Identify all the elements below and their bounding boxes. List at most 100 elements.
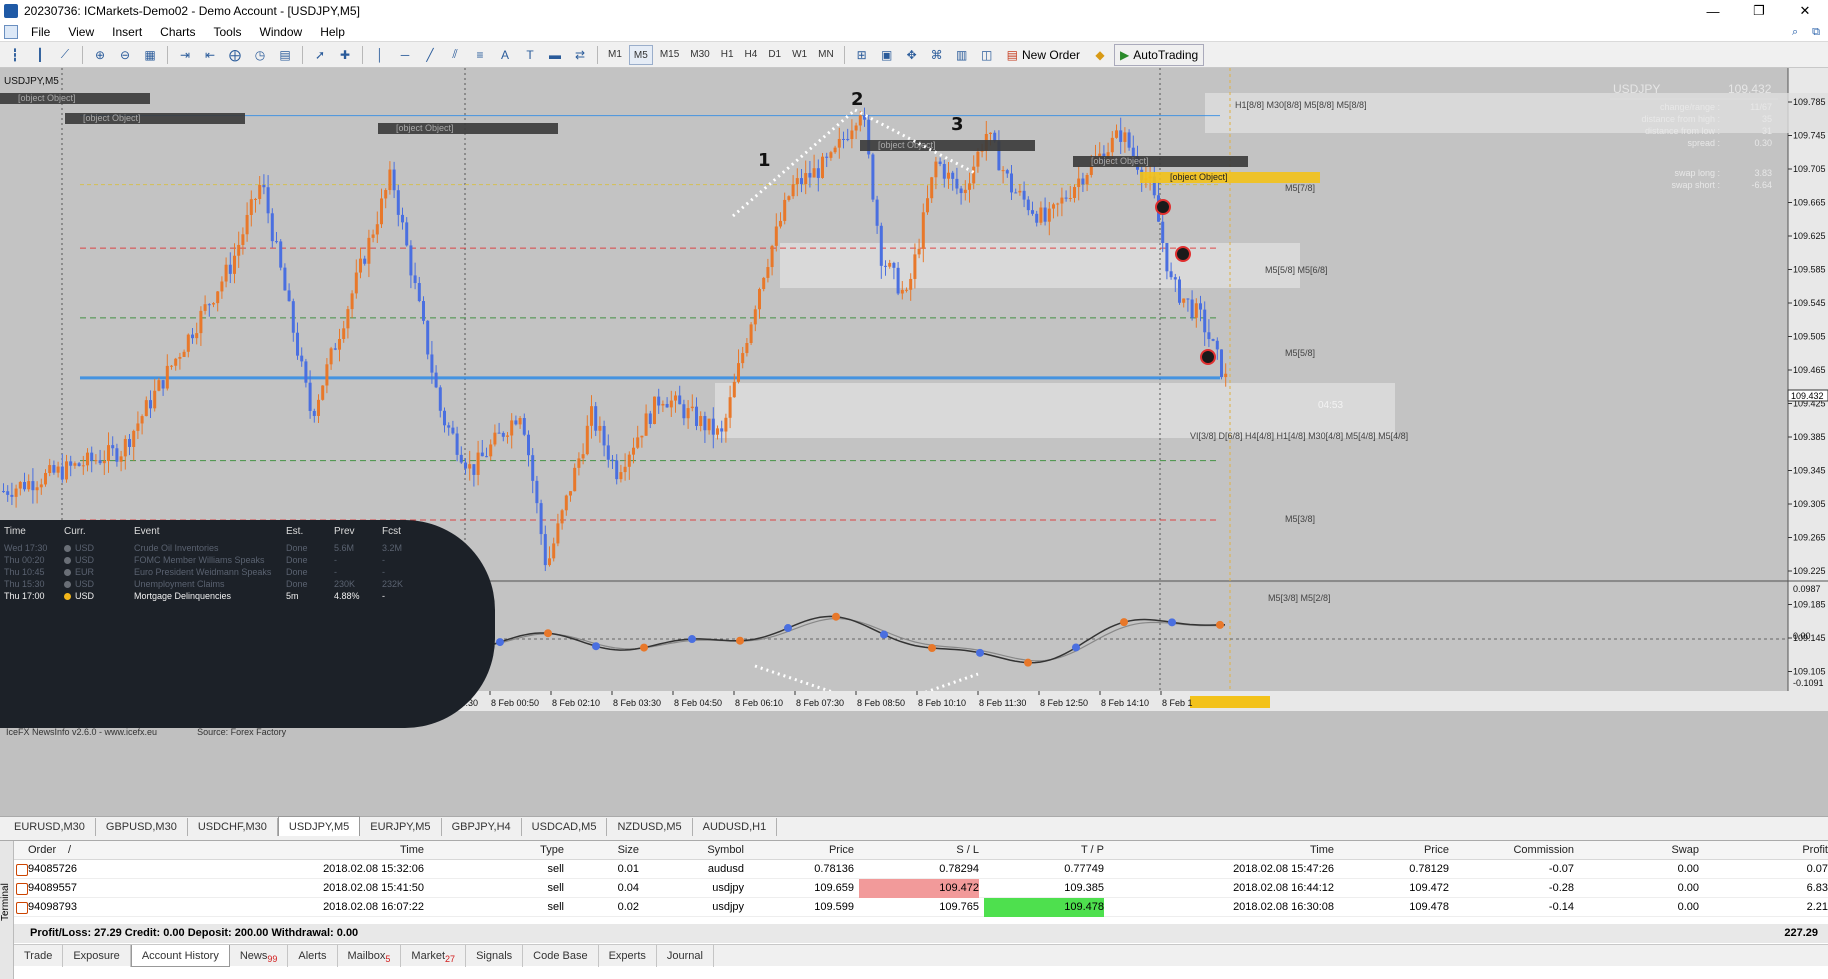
- indicators-icon[interactable]: ⨁: [224, 45, 246, 65]
- terminal-tab-news[interactable]: News99: [230, 944, 289, 967]
- chart-tab[interactable]: EURJPY,M5: [360, 818, 442, 836]
- chart-tab[interactable]: AUDUSD,H1: [693, 818, 778, 836]
- trade-marker[interactable]: [1200, 349, 1216, 365]
- timeframe-h1[interactable]: H1: [717, 45, 738, 65]
- news-row[interactable]: Thu 00:20 USD FOMC Member Williams Speaks D…: [0, 554, 495, 566]
- terminal-col-header[interactable]: T / P: [984, 841, 1104, 860]
- terminal-tab-alerts[interactable]: Alerts: [288, 944, 338, 967]
- menu-tools[interactable]: Tools: [205, 22, 251, 42]
- terminal-side-bar[interactable]: Terminal: [0, 841, 14, 979]
- profiles-icon[interactable]: ▣: [876, 45, 898, 65]
- terminal-tab-code-base[interactable]: Code Base: [523, 944, 599, 967]
- tile-windows-icon[interactable]: ▦: [139, 45, 161, 65]
- timeframe-mn[interactable]: MN: [814, 45, 838, 65]
- timeframe-w1[interactable]: W1: [788, 45, 811, 65]
- crosshair-icon[interactable]: ✚: [334, 45, 356, 65]
- terminal-tab-trade[interactable]: Trade: [14, 944, 64, 967]
- bar-chart-icon[interactable]: ┇: [4, 45, 26, 65]
- terminal-tab-account-history[interactable]: Account History: [130, 944, 230, 967]
- horizontal-line-icon[interactable]: ─: [394, 45, 416, 65]
- chart-tab[interactable]: GBPUSD,M30: [96, 818, 188, 836]
- terminal-tab-signals[interactable]: Signals: [466, 944, 524, 967]
- new-order-button[interactable]: ▤ New Order: [1001, 44, 1086, 66]
- chart-area[interactable]: [object Object] [object Object] [object Ob…: [0, 68, 1828, 816]
- trade-marker[interactable]: [1155, 199, 1171, 215]
- chart-tab[interactable]: GBPJPY,H4: [442, 818, 522, 836]
- arrows-icon[interactable]: ⇄: [569, 45, 591, 65]
- vertical-line-icon[interactable]: │: [369, 45, 391, 65]
- terminal-col-header[interactable]: Price: [1339, 841, 1449, 860]
- chart-tab[interactable]: USDCHF,M30: [188, 818, 278, 836]
- autotrading-button[interactable]: ▶ AutoTrading: [1114, 43, 1205, 66]
- timeframe-m15[interactable]: M15: [656, 45, 683, 65]
- minimize-button[interactable]: —: [1690, 0, 1736, 22]
- menu-window[interactable]: Window: [251, 22, 312, 42]
- periods-icon[interactable]: ◷: [249, 45, 271, 65]
- rectangle-icon[interactable]: ▬: [544, 45, 566, 65]
- news-row[interactable]: Thu 15:30 USD Unemployment Claims Done 230K 2…: [0, 578, 495, 590]
- menu-charts[interactable]: Charts: [151, 22, 204, 42]
- terminal-icon[interactable]: ▥: [951, 45, 973, 65]
- timeframe-m5[interactable]: M5: [628, 44, 653, 65]
- strategy-tester-icon[interactable]: ◫: [976, 45, 998, 65]
- navigator-icon[interactable]: ⌘: [926, 45, 948, 65]
- zoom-in-icon[interactable]: ⊕: [89, 45, 111, 65]
- candlestick-icon[interactable]: ┃: [29, 45, 51, 65]
- chart-tab[interactable]: NZDUSD,M5: [607, 818, 693, 836]
- terminal-tab-journal[interactable]: Journal: [657, 944, 714, 967]
- autoscroll-icon[interactable]: ⇥: [174, 45, 196, 65]
- timeframe-m1[interactable]: M1: [604, 45, 626, 65]
- text-icon[interactable]: A: [494, 45, 516, 65]
- search-icon[interactable]: ⌕: [1792, 22, 1798, 42]
- news-event-bar[interactable]: [1140, 172, 1320, 183]
- news-row[interactable]: Thu 10:45 EUR Euro President Weidmann Spea…: [0, 566, 495, 578]
- terminal-col-header[interactable]: Symbol: [644, 841, 744, 860]
- restore-chart-icon[interactable]: ⧉: [1812, 22, 1820, 42]
- chart-tab[interactable]: USDJPY,M5: [277, 816, 361, 836]
- menu-file[interactable]: File: [22, 22, 59, 42]
- terminal-tab-market[interactable]: Market27: [401, 944, 467, 967]
- timeframe-h4[interactable]: H4: [741, 45, 762, 65]
- trendline-icon[interactable]: ╱: [419, 45, 441, 65]
- chart-tab[interactable]: EURUSD,M30: [4, 818, 96, 836]
- fibonacci-icon[interactable]: ≡: [469, 45, 491, 65]
- menu-insert[interactable]: Insert: [103, 22, 151, 42]
- trade-marker[interactable]: [1175, 246, 1191, 262]
- terminal-col-header[interactable]: Type: [434, 841, 564, 860]
- close-button[interactable]: ✕: [1782, 0, 1828, 22]
- menu-help[interactable]: Help: [311, 22, 354, 42]
- text-label-icon[interactable]: T: [519, 45, 541, 65]
- terminal-col-header[interactable]: Order: [28, 841, 88, 860]
- chart-tab[interactable]: USDCAD,M5: [522, 818, 608, 836]
- table-row[interactable]: 94089557 2018.02.08 15:41:50 sell 0.04 usdjp…: [14, 879, 1828, 898]
- menu-view[interactable]: View: [59, 22, 103, 42]
- terminal-tab-experts[interactable]: Experts: [599, 944, 657, 967]
- templates-icon[interactable]: ▤: [274, 45, 296, 65]
- timeframe-m30[interactable]: M30: [686, 45, 713, 65]
- terminal-col-header[interactable]: Time: [174, 841, 424, 860]
- terminal-col-header[interactable]: Size: [569, 841, 639, 860]
- terminal-tab-exposure[interactable]: Exposure: [63, 944, 131, 967]
- cursor-icon[interactable]: ➚: [309, 45, 331, 65]
- zoom-out-icon[interactable]: ⊖: [114, 45, 136, 65]
- table-row[interactable]: 94085726 2018.02.08 15:32:06 sell 0.01 audus…: [14, 860, 1828, 879]
- chart-window-icon[interactable]: [4, 24, 18, 39]
- terminal-col-header[interactable]: Swap: [1579, 841, 1699, 860]
- news-row[interactable]: Wed 17:30 USD Crude Oil Inventories Done 5.6…: [0, 542, 495, 554]
- maximize-button[interactable]: ❐: [1736, 0, 1782, 22]
- new-chart-icon[interactable]: ⊞: [851, 45, 873, 65]
- timeframe-d1[interactable]: D1: [764, 45, 785, 65]
- terminal-col-header[interactable]: S / L: [859, 841, 979, 860]
- chart-shift-icon[interactable]: ⇤: [199, 45, 221, 65]
- terminal-col-header[interactable]: Price: [749, 841, 854, 860]
- news-row[interactable]: Thu 17:00 USD Mortgage Delinquencies 5m 4.88…: [0, 590, 495, 602]
- terminal-col-header[interactable]: Time: [1104, 841, 1334, 860]
- table-row[interactable]: 94098793 2018.02.08 16:07:22 sell 0.02 usdjp…: [14, 898, 1828, 917]
- channel-icon[interactable]: ⫽: [444, 45, 466, 65]
- terminal-col-header[interactable]: /: [68, 841, 78, 860]
- terminal-col-header[interactable]: Commission: [1454, 841, 1574, 860]
- metaeditor-icon[interactable]: ◆: [1089, 45, 1111, 65]
- market-watch-icon[interactable]: ✥: [901, 45, 923, 65]
- terminal-col-header[interactable]: Profit: [1704, 841, 1828, 860]
- terminal-tab-mailbox[interactable]: Mailbox5: [338, 944, 402, 967]
